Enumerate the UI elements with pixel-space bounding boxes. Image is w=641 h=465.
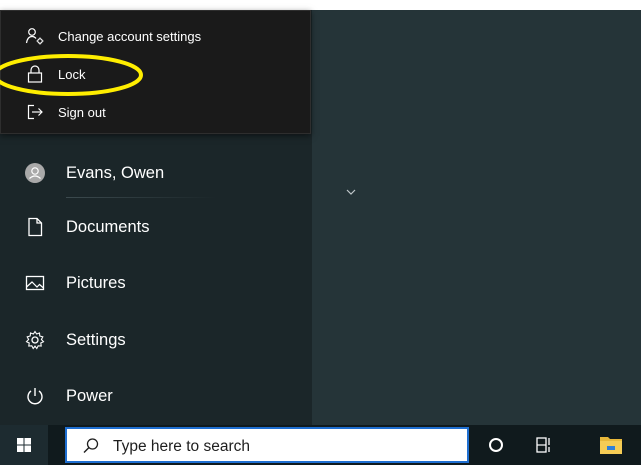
- document-icon: [28, 217, 43, 237]
- lock-icon: [27, 65, 43, 83]
- menu-item-label: Sign out: [58, 104, 106, 120]
- task-view-button[interactable]: [520, 425, 568, 465]
- rail-item-documents[interactable]: Documents: [0, 204, 312, 250]
- pictures-icon: [25, 275, 45, 291]
- chevron-down-icon[interactable]: [344, 185, 358, 199]
- rail-divider: [66, 197, 216, 198]
- taskbar-search-box[interactable]: Type here to search: [65, 427, 469, 463]
- menu-item-lock[interactable]: Lock: [1, 57, 310, 91]
- menu-item-sign-out[interactable]: Sign out: [1, 95, 310, 129]
- cortana-button[interactable]: [472, 425, 520, 465]
- menu-item-label: Lock: [58, 66, 86, 82]
- rail-item-label: Settings: [66, 330, 126, 349]
- windows-logo-icon: [17, 438, 31, 452]
- gear-icon: [25, 330, 45, 350]
- user-avatar-icon: [25, 163, 45, 183]
- search-icon: [83, 438, 99, 453]
- rail-item-label: Pictures: [66, 273, 126, 292]
- account-settings-icon: [25, 28, 44, 45]
- menu-item-label: Change account settings: [58, 28, 202, 44]
- task-view-icon: [536, 437, 550, 453]
- screen: Evans, Owen Documents Pictures Settings …: [0, 0, 641, 465]
- cortana-icon: [489, 438, 503, 452]
- menu-item-change-account-settings[interactable]: Change account settings: [1, 19, 310, 53]
- account-flyout-menu: Change account settings Lock Sign out: [0, 10, 311, 134]
- rail-item-settings[interactable]: Settings: [0, 317, 312, 363]
- sign-out-icon: [27, 104, 43, 120]
- rail-item-power[interactable]: Power: [0, 373, 312, 419]
- file-explorer-icon: [600, 437, 622, 454]
- taskbar: Type here to search: [0, 425, 641, 465]
- search-placeholder: Type here to search: [113, 438, 250, 455]
- start-button[interactable]: [0, 425, 48, 465]
- rail-item-label: Documents: [66, 217, 150, 236]
- start-tiles-area: [312, 10, 641, 425]
- user-account-item[interactable]: Evans, Owen: [0, 150, 312, 196]
- file-explorer-button[interactable]: [588, 425, 636, 465]
- user-name-label: Evans, Owen: [66, 163, 165, 182]
- rail-item-label: Power: [66, 386, 113, 405]
- power-icon: [27, 388, 43, 405]
- rail-item-pictures[interactable]: Pictures: [0, 260, 312, 306]
